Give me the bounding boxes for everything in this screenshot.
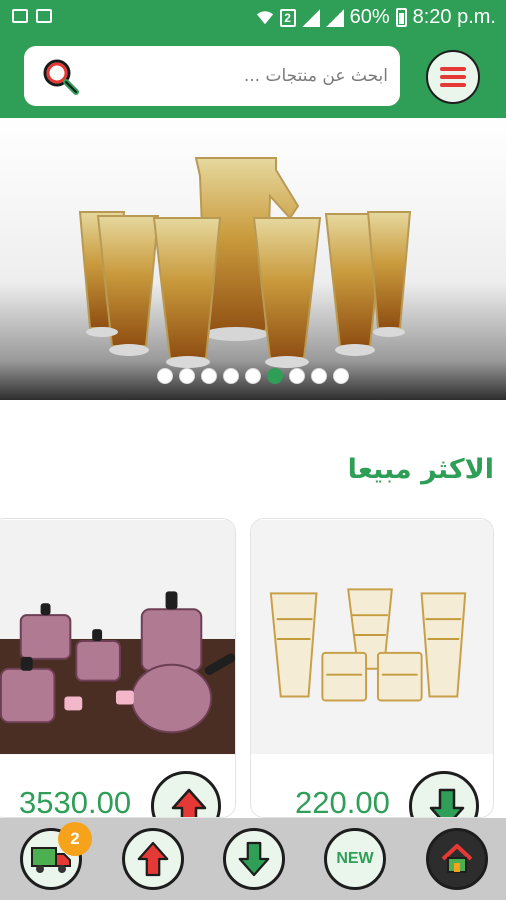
battery-percent: 60% — [349, 6, 390, 28]
new-icon: NEW — [336, 850, 374, 867]
bottom-navigation: 2 NEW — [0, 818, 506, 900]
add-to-cart-button[interactable] — [409, 771, 479, 817]
app-screen: 2 60% 8:20 p.m. ابحث عن منتجات ... الاكث… — [0, 0, 506, 900]
carousel-dot[interactable] — [333, 368, 349, 384]
product-price: 220.00 — [295, 785, 390, 818]
sim-slot-icon: 2 — [279, 8, 296, 27]
banner-image-glassware — [78, 157, 412, 368]
carousel-dot[interactable] — [311, 368, 327, 384]
system-status: 2 60% 8:20 p.m. — [256, 6, 496, 29]
cart-badge: 2 — [58, 822, 92, 856]
carousel-dot[interactable] — [157, 368, 173, 384]
image-notification-icon — [12, 9, 28, 23]
arrow-down-icon — [238, 841, 270, 877]
app-header — [0, 36, 506, 118]
nav-down-button[interactable] — [223, 828, 285, 890]
product-card[interactable]: 3530.00 — [0, 518, 236, 818]
search-input[interactable] — [98, 60, 388, 92]
notification-icons — [12, 9, 52, 23]
home-icon — [441, 844, 473, 873]
hamburger-icon — [440, 67, 466, 87]
wifi-icon — [256, 10, 273, 24]
promo-banner[interactable] — [0, 118, 506, 400]
nav-new-button[interactable]: NEW — [324, 828, 386, 890]
clock: 8:20 p.m. — [412, 6, 496, 28]
carousel-dots[interactable] — [0, 368, 506, 384]
product-card[interactable]: 220.00 — [250, 518, 494, 818]
product-image-cookware-set — [0, 519, 235, 755]
product-image-glass-set — [251, 519, 493, 755]
carousel-dot[interactable] — [179, 368, 195, 384]
arrow-up-icon — [137, 841, 169, 877]
carousel-dot[interactable] — [223, 368, 239, 384]
carousel-dot[interactable] — [201, 368, 217, 384]
product-price: 3530.00 — [19, 785, 132, 818]
add-to-cart-button[interactable] — [151, 771, 221, 817]
carousel-dot[interactable] — [267, 368, 283, 384]
magnifier-icon[interactable] — [40, 58, 80, 96]
status-bar: 2 60% 8:20 p.m. — [0, 0, 506, 36]
carousel-dot[interactable] — [289, 368, 305, 384]
message-notification-icon — [36, 9, 52, 23]
signal-icon — [301, 8, 320, 27]
menu-button[interactable] — [426, 50, 480, 104]
arrow-down-icon — [429, 788, 465, 817]
search-bar[interactable] — [24, 46, 400, 106]
section-title-best-sellers: الاكثر مبيعا — [347, 454, 494, 485]
carousel-dot[interactable] — [245, 368, 261, 384]
nav-up-button[interactable] — [122, 828, 184, 890]
battery-icon — [395, 8, 407, 27]
arrow-up-icon — [171, 788, 207, 817]
signal-icon-2 — [325, 8, 344, 27]
nav-home-button[interactable] — [426, 828, 488, 890]
